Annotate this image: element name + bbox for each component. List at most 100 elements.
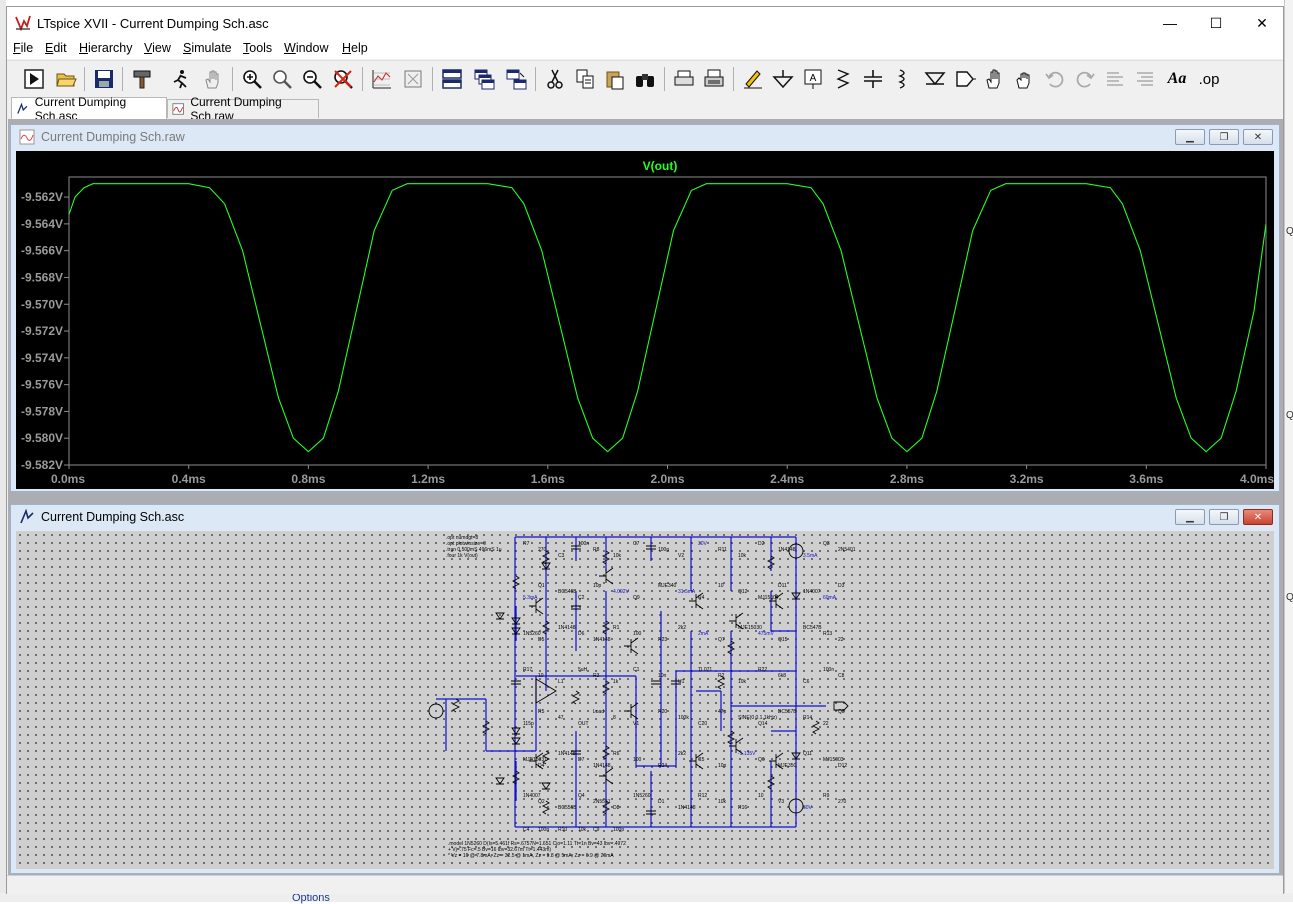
tab-waveform[interactable]: Current Dumping Sch.raw: [167, 95, 319, 123]
tab-schematic[interactable]: Current Dumping Sch.asc: [11, 95, 167, 123]
diode-symbol[interactable]: [541, 782, 551, 790]
spice-directive-text[interactable]: .four 1k V(out): [446, 553, 478, 559]
capacitor-symbol[interactable]: [511, 680, 521, 685]
zoom-full-button[interactable]: [269, 66, 295, 92]
label-net-button[interactable]: A: [800, 66, 826, 92]
menu-help[interactable]: Help: [342, 41, 368, 55]
menu-tools[interactable]: Tools: [243, 41, 272, 55]
waveform-plot[interactable]: V(out) -9.562V -9.564V -9.566V -9.568V -9.57…: [16, 151, 1274, 489]
pan-button[interactable]: [200, 66, 226, 92]
paste-button[interactable]: [602, 66, 628, 92]
control-panel-button[interactable]: [129, 66, 155, 92]
menu-window[interactable]: Window: [284, 41, 328, 55]
diode-symbol[interactable]: [495, 612, 505, 620]
tile-horizontal-button[interactable]: [503, 66, 529, 92]
toolbar-separator: [122, 67, 123, 91]
component-label: D5: [538, 637, 545, 643]
capacitor-button[interactable]: [860, 66, 886, 92]
schematic-close-button[interactable]: ✕: [1243, 509, 1273, 525]
resistor-symbol[interactable]: [811, 720, 821, 735]
voltage-source-symbol[interactable]: [428, 703, 444, 719]
ground-button[interactable]: [770, 66, 796, 92]
transistor-symbol[interactable]: [624, 637, 639, 655]
resistor-button[interactable]: [830, 66, 856, 92]
cascade-button[interactable]: [471, 66, 497, 92]
minimize-button[interactable]: —: [1147, 7, 1193, 39]
diode-symbol[interactable]: [511, 737, 521, 745]
zoom-out-icon: [303, 70, 322, 89]
redo-button[interactable]: [1072, 66, 1098, 92]
component-label: Q15: [778, 637, 788, 643]
print-button[interactable]: [701, 66, 727, 92]
waveform-window: Current Dumping Sch.raw ▁ ❐ ✕ V(out) -9.…: [10, 124, 1280, 492]
menu-hierarchy[interactable]: Hierarchy: [79, 41, 133, 55]
save-button[interactable]: [91, 66, 117, 92]
schematic-window-titlebar[interactable]: Current Dumping Sch.asc: [11, 505, 1279, 529]
component-label: 10k: [578, 827, 587, 833]
diode-symbol[interactable]: [495, 777, 505, 785]
text-button[interactable]: Aa: [1164, 66, 1190, 92]
toolbar-separator: [535, 67, 536, 91]
component-label: 10: [718, 583, 724, 589]
diode-symbol[interactable]: [511, 727, 521, 735]
component-button[interactable]: [952, 66, 978, 92]
zoom-out-button[interactable]: [299, 66, 325, 92]
drag-button[interactable]: [1012, 66, 1038, 92]
close-button[interactable]: ✕: [1239, 7, 1285, 39]
schematic-restore-button[interactable]: ❐: [1209, 509, 1239, 525]
trace-label[interactable]: V(out): [643, 159, 678, 173]
waveform-close-button[interactable]: ✕: [1243, 129, 1273, 145]
undo-button[interactable]: [1042, 66, 1068, 92]
inductor-button[interactable]: [890, 66, 916, 92]
trace-v-out[interactable]: [68, 183, 1267, 453]
menu-file[interactable]: File: [13, 41, 33, 55]
tile-vertical-button[interactable]: [439, 66, 465, 92]
capacitor-symbol[interactable]: [651, 680, 661, 685]
spice-directive-button[interactable]: .op: [1196, 66, 1222, 92]
print-preview-button[interactable]: [671, 66, 697, 92]
autorange-button[interactable]: [369, 66, 395, 92]
resistor-symbol[interactable]: [571, 690, 581, 705]
menu-simulate[interactable]: Simulate: [183, 41, 232, 55]
model-note-text[interactable]: * Vz = 16 @ 7.8mA, Zz = 32.5 @ 1mA, Zz =…: [448, 853, 614, 859]
desktop-edge-bottom: Options: [0, 892, 1293, 904]
resistor-symbol[interactable]: [451, 698, 461, 713]
menu-view[interactable]: View: [144, 41, 171, 55]
maximize-button[interactable]: ☐: [1193, 7, 1239, 39]
zoom-cancel-button[interactable]: [330, 66, 356, 92]
component-label: R23: [658, 637, 667, 643]
run-button[interactable]: [21, 66, 47, 92]
transistor-symbol[interactable]: [599, 767, 614, 785]
component-label: 10k: [718, 799, 727, 805]
component-label: Q12: [738, 589, 748, 595]
zoom-in-button[interactable]: [239, 66, 265, 92]
cut-button[interactable]: [542, 66, 568, 92]
mirror-button[interactable]: [1132, 66, 1158, 92]
title-bar: LTspice XVII - Current Dumping Sch.asc —…: [7, 7, 1283, 39]
edge-fragment: Q: [1286, 592, 1293, 603]
draw-wire-button[interactable]: [740, 66, 766, 92]
component-label: 6k8: [778, 673, 786, 679]
copy-button[interactable]: [572, 66, 598, 92]
rotate-button[interactable]: [1102, 66, 1128, 92]
menu-edit[interactable]: Edit: [45, 41, 67, 55]
diode-button[interactable]: [922, 66, 948, 92]
schematic-canvas[interactable]: R7 270 C3 100n R8 10k C7 100p V2 30V R11 10k D2 1N414…: [16, 531, 1274, 869]
waveform-restore-button[interactable]: ❐: [1209, 129, 1239, 145]
waveform-minimize-button[interactable]: ▁: [1175, 129, 1205, 145]
toolbar-separator: [432, 67, 433, 91]
rotate-icon: [1107, 72, 1123, 86]
transistor-symbol[interactable]: [599, 567, 614, 585]
halt-button[interactable]: [167, 66, 193, 92]
zoom-cancel-icon: [334, 70, 353, 89]
schematic-minimize-button[interactable]: ▁: [1175, 509, 1205, 525]
move-button[interactable]: [982, 66, 1008, 92]
open-button[interactable]: [53, 66, 79, 92]
component-label: 10k: [613, 553, 622, 559]
component-label: 1N5260: [633, 793, 651, 799]
waveform-window-titlebar[interactable]: Current Dumping Sch.raw: [11, 125, 1279, 149]
component-label: BC556B: [558, 805, 577, 811]
find-button[interactable]: [632, 66, 658, 92]
fit-button[interactable]: [400, 66, 426, 92]
resistor-symbol[interactable]: [511, 575, 521, 590]
